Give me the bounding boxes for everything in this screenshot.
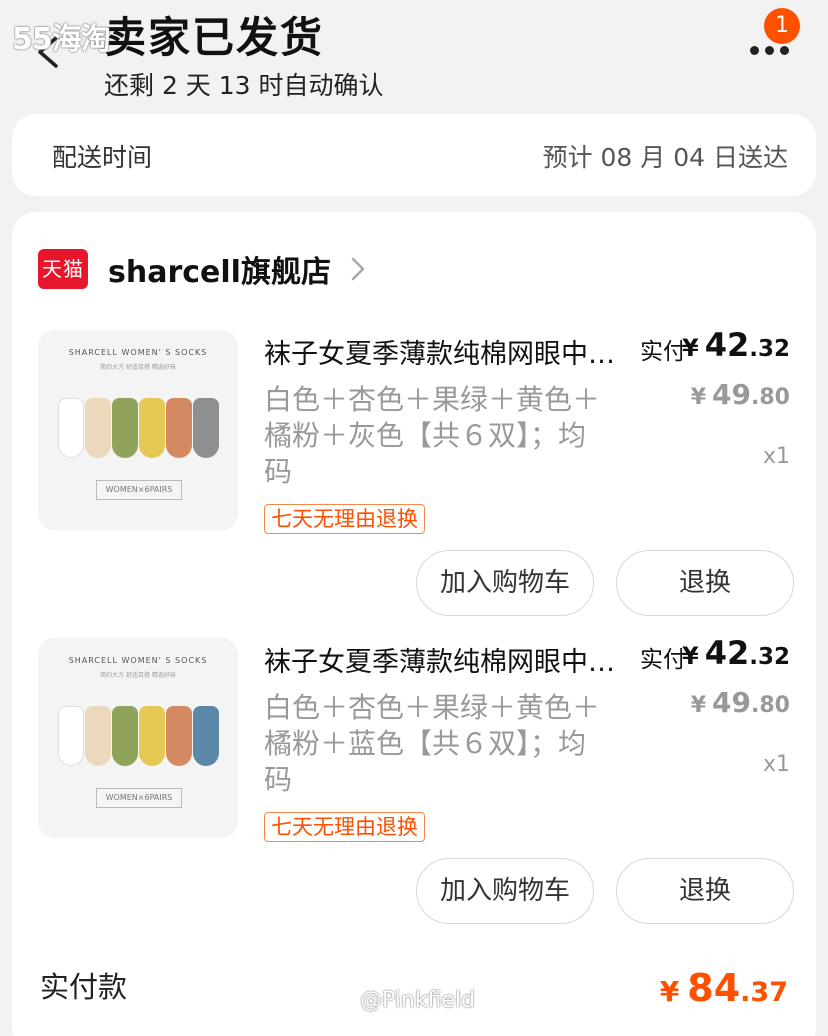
add-to-cart-button[interactable]: 加入购物车 bbox=[416, 858, 594, 924]
sock-shape bbox=[85, 706, 111, 766]
product-spec: 白色＋杏色＋果绿＋黄色＋橘粉＋灰色【共６双】；均码 bbox=[264, 383, 601, 488]
sock-shape bbox=[58, 706, 84, 766]
product-title[interactable]: 袜子女夏季薄款纯棉网眼中筒袜 bbox=[264, 332, 624, 371]
quantity: x1 bbox=[762, 444, 790, 469]
watermark-username: @Pinkfield bbox=[360, 988, 476, 1013]
original-price: ¥49.80 bbox=[690, 378, 790, 411]
sock-shape bbox=[139, 706, 165, 766]
delivery-time-label: 配送时间 bbox=[52, 143, 153, 172]
product-item: SHARCELL WOMEN' S SOCKS 简约大方 舒适百搭 精选好袜 W… bbox=[12, 326, 816, 630]
add-to-cart-button[interactable]: 加入购物车 bbox=[416, 550, 594, 616]
chevron-right-icon bbox=[351, 257, 365, 281]
header: 卖家已发货 还剩 2 天 13 时自动确认 1 55海淘 bbox=[0, 0, 828, 112]
image-footer-text: WOMEN×6PAIRS bbox=[96, 480, 182, 500]
notification-badge: 1 bbox=[764, 8, 800, 44]
paid-label: 实付 bbox=[640, 339, 686, 365]
tmall-logo-icon: 天猫 bbox=[38, 249, 88, 289]
product-title[interactable]: 袜子女夏季薄款纯棉网眼中筒袜 bbox=[264, 640, 624, 679]
product-image[interactable]: SHARCELL WOMEN' S SOCKS 简约大方 舒适百搭 精选好袜 W… bbox=[38, 638, 238, 838]
quantity: x1 bbox=[762, 752, 790, 777]
sock-shape bbox=[112, 398, 138, 458]
image-brand-text: SHARCELL WOMEN' S SOCKS bbox=[68, 656, 208, 665]
sock-shape bbox=[58, 398, 84, 458]
delivery-time-value: 预计 08 月 04 日送达 bbox=[542, 143, 788, 172]
product-spec: 白色＋杏色＋果绿＋黄色＋橘粉＋蓝色【共６双】；均码 bbox=[264, 691, 601, 796]
return-policy-tag: 七天无理由退换 bbox=[264, 812, 425, 842]
return-exchange-button[interactable]: 退换 bbox=[616, 550, 794, 616]
sock-shape bbox=[193, 706, 219, 766]
product-image[interactable]: SHARCELL WOMEN' S SOCKS 简约大方 舒适百搭 精选好袜 W… bbox=[38, 330, 238, 530]
more-dots-icon bbox=[750, 46, 789, 55]
image-tagline-text: 简约大方 舒适百搭 精选好袜 bbox=[100, 364, 176, 371]
return-policy-tag: 七天无理由退换 bbox=[264, 504, 425, 534]
delivery-time-card: 配送时间 预计 08 月 04 日送达 bbox=[12, 114, 816, 196]
original-price: ¥49.80 bbox=[690, 686, 790, 719]
sock-shape bbox=[166, 706, 192, 766]
sock-shape bbox=[193, 398, 219, 458]
paid-price: ¥42.32 bbox=[682, 634, 790, 672]
page-title: 卖家已发货 bbox=[104, 13, 325, 62]
sock-shape bbox=[112, 706, 138, 766]
return-exchange-button[interactable]: 退换 bbox=[616, 858, 794, 924]
image-tagline-text: 简约大方 舒适百搭 精选好袜 bbox=[100, 672, 176, 679]
more-button[interactable]: 1 bbox=[742, 8, 812, 68]
paid-label: 实付 bbox=[640, 647, 686, 673]
sock-shape bbox=[139, 398, 165, 458]
shop-name[interactable]: sharcell旗舰店 bbox=[108, 247, 331, 291]
product-item: SHARCELL WOMEN' S SOCKS 简约大方 舒适百搭 精选好袜 W… bbox=[12, 634, 816, 938]
total-paid-amount: ¥84.37 bbox=[659, 966, 788, 1010]
paid-price: ¥42.32 bbox=[682, 326, 790, 364]
image-brand-text: SHARCELL WOMEN' S SOCKS bbox=[68, 348, 208, 357]
total-paid-label: 实付款 bbox=[40, 970, 128, 1004]
shop-header[interactable]: 天猫 sharcell旗舰店 bbox=[38, 248, 367, 290]
order-card: 天猫 sharcell旗舰店 SHARCELL WOMEN' S SOCKS 简… bbox=[12, 212, 816, 1036]
sock-shape bbox=[85, 398, 111, 458]
auto-confirm-countdown: 还剩 2 天 13 时自动确认 bbox=[104, 71, 384, 100]
watermark-logo: 55海淘 bbox=[12, 22, 111, 57]
sock-shape bbox=[166, 398, 192, 458]
image-footer-text: WOMEN×6PAIRS bbox=[96, 788, 182, 808]
